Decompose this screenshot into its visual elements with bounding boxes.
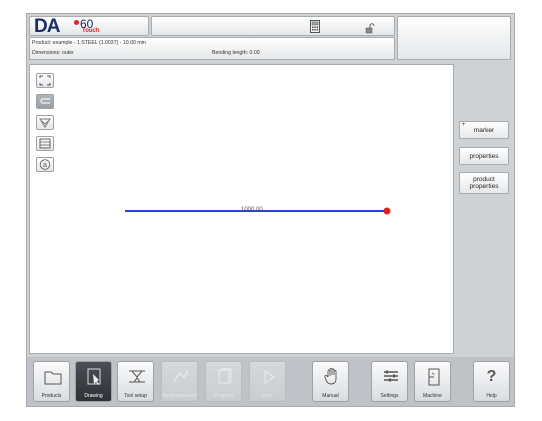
hand-icon: [324, 368, 337, 385]
nav-settings-label: Settings: [380, 393, 399, 399]
header: DA 60 Touch Product: example - 1 STEEL (…: [27, 14, 514, 62]
bottom-navigation: Products Drawing Tool setup Bend sequenc…: [27, 357, 514, 406]
logo-dot: [74, 20, 79, 25]
logo: DA 60 Touch: [29, 16, 149, 37]
calculator-icon[interactable]: [310, 20, 320, 38]
product-info: Product: example - 1 STEEL (1.0037) - 10…: [32, 40, 146, 46]
nav-drawing-button[interactable]: Drawing: [75, 361, 112, 402]
nav-machine-label: Machine: [423, 393, 442, 399]
drawing-icon: [87, 368, 101, 385]
product-properties-button[interactable]: product properties: [459, 172, 509, 194]
marker-button[interactable]: + marker: [459, 121, 509, 139]
nav-help-button[interactable]: ? Help: [473, 361, 510, 402]
bending-length-info: Bending length: 0.00: [212, 50, 260, 56]
machine-icon: [428, 368, 440, 386]
nav-settings-button[interactable]: Settings: [371, 361, 408, 402]
properties-button[interactable]: properties: [459, 147, 509, 165]
product-info-bar: Product: example - 1 STEEL (1.0037) - 10…: [29, 37, 395, 60]
nav-products-button[interactable]: Products: [33, 361, 70, 402]
nav-program-label: Program: [213, 393, 234, 399]
title-area: [151, 16, 395, 36]
profile-endpoint[interactable]: [383, 207, 391, 215]
play-icon: [264, 369, 276, 385]
product-properties-line2: properties: [469, 183, 499, 190]
nav-program-button[interactable]: Program: [205, 361, 242, 402]
nav-products-label: Products: [41, 393, 62, 399]
logo-brand: DA: [34, 16, 60, 37]
nav-machine-button[interactable]: Machine: [414, 361, 451, 402]
nav-tool-setup-button[interactable]: Tool setup: [117, 361, 154, 402]
nav-manual-label: Manual: [322, 393, 339, 399]
nav-help-label: Help: [486, 393, 497, 399]
header-right-panel: [397, 16, 511, 60]
folder-icon: [44, 371, 62, 385]
nav-bend-sequence-label: Bend sequence: [162, 393, 197, 399]
properties-label: properties: [469, 152, 499, 160]
plus-icon: +: [462, 122, 466, 128]
nav-auto-label: Auto: [262, 393, 273, 399]
bend-sequence-icon: [173, 370, 189, 383]
application-window: DA 60 Touch Product: example - 1 STEEL (…: [26, 13, 515, 407]
nav-tool-setup-label: Tool setup: [124, 393, 147, 399]
right-panel: + marker properties product properties: [456, 64, 513, 354]
help-icon: ?: [486, 368, 497, 385]
dimensions-info: Dimensions: outer: [32, 50, 74, 56]
dimension-label: 1000.00: [241, 207, 263, 213]
product-properties-line1: product: [473, 176, 495, 183]
nav-bend-sequence-button[interactable]: Bend sequence: [161, 361, 198, 402]
settings-icon: [384, 370, 398, 382]
nav-drawing-label: Drawing: [84, 393, 103, 399]
nav-auto-button[interactable]: Auto: [249, 361, 286, 402]
marker-label: marker: [473, 126, 495, 134]
logo-edition: Touch: [82, 28, 100, 34]
tool-setup-icon: [129, 370, 145, 383]
nav-manual-button[interactable]: Manual: [312, 361, 349, 402]
program-icon: [218, 368, 232, 384]
drawing-canvas[interactable]: a 1000.00: [29, 64, 454, 354]
